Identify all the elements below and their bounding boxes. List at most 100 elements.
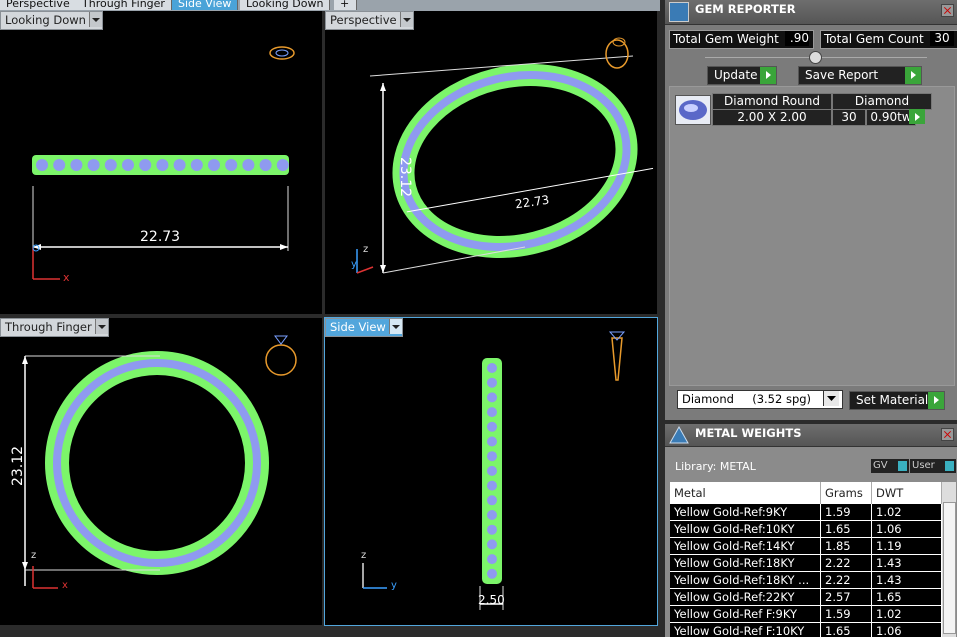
axis-z-label: z: [31, 550, 37, 561]
close-icon[interactable]: [941, 428, 954, 441]
scale-icon: [668, 426, 690, 444]
table-row[interactable]: Yellow Gold-Ref F:9KY 1.59 1.02: [670, 605, 942, 623]
ring-top-view-drawing: [32, 46, 295, 280]
metal-name: Yellow Gold-Ref:14KY: [670, 537, 821, 555]
dwt-value: 1.65: [871, 588, 942, 606]
column-header-metal[interactable]: Metal: [670, 482, 821, 504]
tab-looking-down[interactable]: Looking Down: [240, 0, 331, 10]
play-icon: [928, 392, 944, 409]
metal-name: Yellow Gold-Ref:18KY ...: [670, 571, 821, 589]
library-label: Library: METAL: [675, 460, 756, 473]
user-toggle[interactable]: User: [910, 459, 956, 473]
viewport-side-view[interactable]: 2.50 z y Side View: [324, 317, 658, 626]
column-header-grams[interactable]: Grams: [820, 482, 872, 504]
panel-title: GEM REPORTER: [695, 2, 796, 16]
material-select[interactable]: Diamond (3.52 spg): [677, 390, 843, 409]
axis-z-label: z: [361, 550, 367, 561]
metal-name: Yellow Gold-Ref F:10KY: [670, 622, 821, 637]
view-tab-bar: Perspective Through Finger Side View Loo…: [0, 0, 660, 11]
viewport-label: Through Finger: [5, 320, 92, 334]
metal-weights-titlebar: METAL WEIGHTS: [665, 424, 957, 447]
add-tab-icon[interactable]: +: [334, 0, 357, 10]
play-icon: [905, 67, 921, 84]
table-row[interactable]: Yellow Gold-Ref:9KY 1.59 1.02: [670, 504, 942, 521]
chevron-down-icon[interactable]: [399, 12, 413, 27]
table-row[interactable]: Yellow Gold-Ref F:10KY 1.65 1.06: [670, 622, 942, 637]
viewport-menu-through-finger[interactable]: Through Finger: [0, 318, 109, 337]
gv-label: GV: [873, 460, 888, 471]
toggle-indicator: [945, 461, 954, 471]
tab-through-finger[interactable]: Through Finger: [76, 0, 172, 10]
dwt-value: 1.06: [871, 622, 942, 637]
grams-value: 1.65: [820, 520, 872, 538]
gem-reporter-titlebar: GEM REPORTER: [665, 0, 957, 25]
dwt-value: 1.19: [871, 537, 942, 555]
gv-toggle[interactable]: GV: [871, 459, 909, 473]
axis-x-label: x: [62, 580, 68, 591]
gem-list: Diamond Round Diamond 2.00 X 2.00 30 0.9…: [669, 86, 955, 386]
table-row[interactable]: Yellow Gold-Ref:18KY 2.22 1.43: [670, 554, 942, 572]
viewport-label: Side View: [330, 320, 386, 334]
update-button[interactable]: Update: [707, 66, 777, 85]
grams-value: 1.65: [820, 622, 872, 637]
axis-y-label: y: [391, 580, 397, 591]
viewport-perspective[interactable]: 23.12 22.73 z y Perspective: [325, 11, 657, 314]
ring-icon-perspective: [605, 37, 629, 69]
column-header-dwt[interactable]: DWT: [871, 482, 942, 504]
chevron-down-icon[interactable]: [823, 391, 839, 406]
update-label: Update: [714, 68, 758, 82]
axis-y-label: y: [351, 259, 357, 270]
chevron-down-icon[interactable]: [94, 319, 108, 334]
ring-perspective-drawing: [356, 37, 654, 274]
user-label: User: [912, 460, 935, 471]
gem-size: 2.00 X 2.00: [712, 109, 832, 126]
table-row[interactable]: Yellow Gold-Ref:18KY ... 2.22 1.43: [670, 571, 942, 589]
ring-icon-side-view: [608, 331, 626, 381]
set-material-label: Set Material: [856, 393, 929, 407]
total-gem-count-value: 30: [930, 31, 954, 46]
chevron-down-icon[interactable]: [388, 319, 402, 334]
table-row[interactable]: Yellow Gold-Ref:10KY 1.65 1.06: [670, 520, 942, 538]
metal-name: Yellow Gold-Ref:10KY: [670, 520, 821, 538]
dimension-thickness: 2.50: [478, 593, 505, 607]
slider-handle[interactable]: [809, 51, 822, 64]
viewport-menu-perspective[interactable]: Perspective: [325, 11, 414, 30]
dimension-height: 23.12: [10, 445, 27, 487]
chevron-down-icon[interactable]: [88, 12, 102, 27]
diamond-round-icon: [675, 95, 711, 125]
ring-icon-top: [269, 46, 295, 60]
dwt-value: 1.02: [871, 504, 942, 521]
scrollbar-thumb[interactable]: [943, 502, 956, 634]
scrollbar[interactable]: [942, 482, 956, 637]
table-row[interactable]: Yellow Gold-Ref:14KY 1.85 1.19: [670, 537, 942, 555]
tab-side-view[interactable]: Side View: [172, 0, 239, 10]
metal-name: Yellow Gold-Ref:9KY: [670, 504, 821, 521]
metal-name: Yellow Gold-Ref F:9KY: [670, 605, 821, 623]
grams-value: 2.22: [820, 571, 872, 589]
gem-count: 30: [832, 109, 866, 126]
play-icon: [909, 109, 925, 124]
tab-perspective[interactable]: Perspective: [0, 0, 77, 10]
ring-band-top: [32, 155, 289, 175]
viewport-looking-down[interactable]: 22.73 x Looking Down: [0, 11, 322, 314]
metal-name: Yellow Gold-Ref:18KY: [670, 554, 821, 572]
close-icon[interactable]: [941, 4, 954, 17]
ring-side-view-drawing: [362, 331, 626, 610]
gem-detail-button[interactable]: [909, 109, 925, 124]
metal-name: Yellow Gold-Ref:22KY: [670, 588, 821, 606]
table-row[interactable]: Yellow Gold-Ref:22KY 2.57 1.65: [670, 588, 942, 606]
metal-table: Metal Grams DWT Yellow Gold-Ref:9KY 1.59 1…: [670, 482, 942, 637]
gem-reporter-panel: GEM REPORTER Total Gem Weight .90 Total …: [665, 0, 957, 420]
toggle-indicator: [898, 461, 907, 471]
viewport-menu-side-view[interactable]: Side View: [325, 318, 403, 337]
ring-icon-through-finger: [265, 335, 297, 376]
save-report-label: Save Report: [805, 68, 879, 82]
viewport-through-finger[interactable]: 23.12 z x Through Finger: [0, 318, 322, 625]
ring-through-finger-drawing: [22, 335, 297, 589]
axis-z-label: z: [363, 244, 369, 255]
save-report-button[interactable]: Save Report: [798, 66, 922, 85]
set-material-button[interactable]: Set Material: [849, 391, 945, 410]
total-gem-weight-value: .90: [785, 31, 809, 46]
dimension-height: 23.12: [397, 156, 414, 198]
viewport-menu-looking-down[interactable]: Looking Down: [0, 11, 103, 30]
